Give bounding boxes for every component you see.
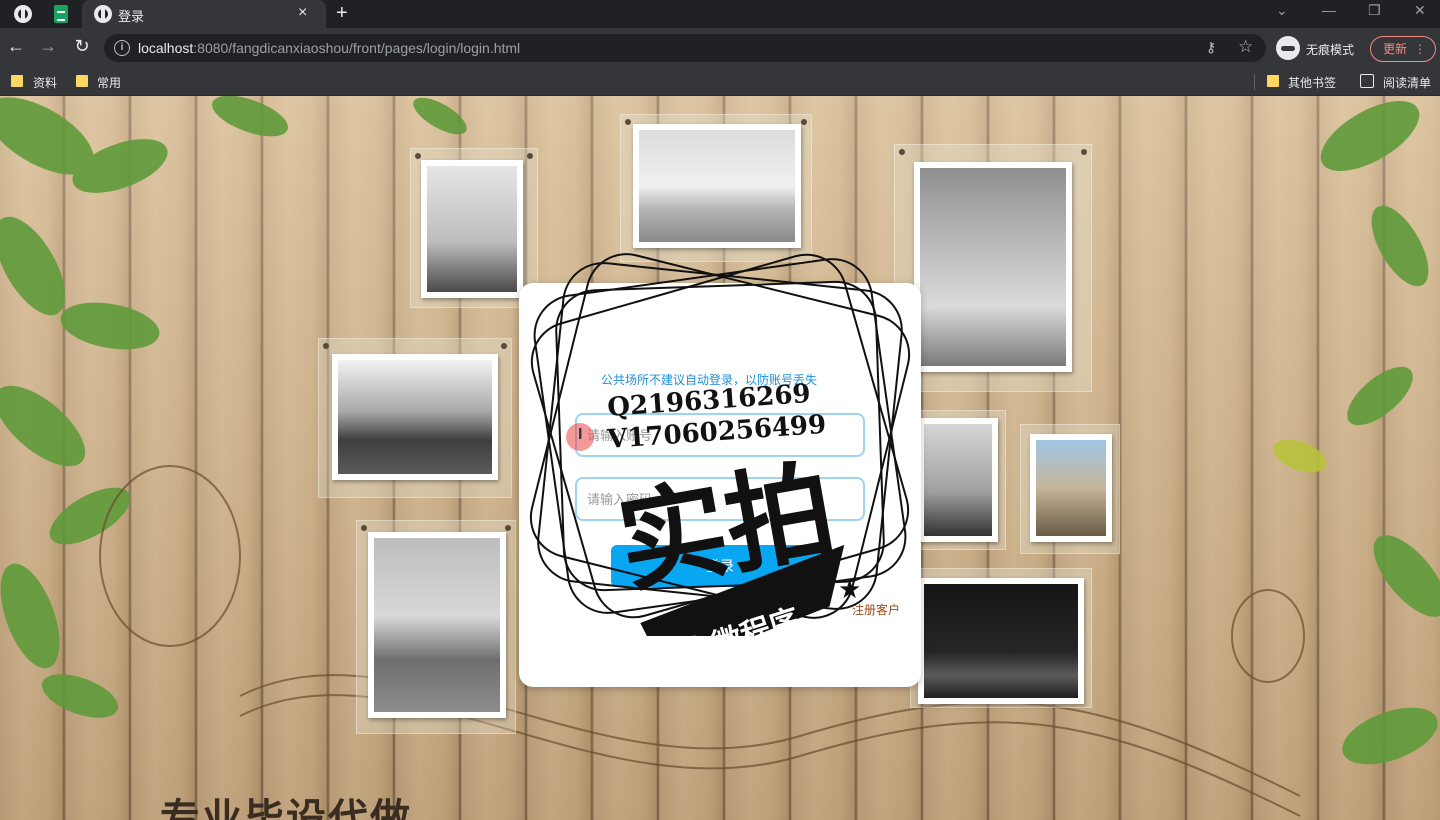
photo-tree xyxy=(918,418,998,542)
bookmark-ziliao[interactable]: 资料 xyxy=(33,74,57,91)
new-tab-button[interactable]: + xyxy=(336,2,348,25)
photo-sculpture xyxy=(421,160,523,298)
incognito-icon[interactable] xyxy=(1276,36,1300,60)
info-icon[interactable]: i xyxy=(114,40,130,56)
folder-icon xyxy=(76,75,88,87)
photo-mountains xyxy=(332,354,498,480)
sheets-icon[interactable] xyxy=(54,5,68,23)
photo-building xyxy=(1030,434,1112,542)
menu-dots-icon: ⋮ xyxy=(1414,42,1426,56)
tab-login[interactable]: 登录 × xyxy=(82,0,326,28)
reading-list[interactable]: 阅读清单 xyxy=(1383,74,1431,91)
username-field[interactable] xyxy=(575,413,865,457)
browser-toolbar: ← → ↻ i localhost:8080/fangdicanxiaoshou… xyxy=(0,28,1440,68)
tab-title: 登录 xyxy=(118,9,145,24)
reading-list-icon xyxy=(1360,74,1374,88)
forward-icon[interactable]: → xyxy=(36,36,60,57)
photo-lake xyxy=(633,124,801,248)
username-input[interactable] xyxy=(577,415,863,455)
back-icon[interactable]: ← xyxy=(4,36,28,57)
photo-night-city xyxy=(918,578,1084,704)
incognito-label: 无痕模式 xyxy=(1306,43,1355,57)
restore-icon[interactable]: ❐ xyxy=(1368,2,1381,19)
photo-tower xyxy=(914,162,1072,372)
key-icon[interactable]: ⚷ xyxy=(1206,39,1216,56)
text-cursor-icon: I xyxy=(578,426,583,443)
other-bookmarks[interactable]: 其他书签 xyxy=(1288,74,1336,91)
globe-icon[interactable] xyxy=(14,5,32,23)
tab-strip: 登录 × + ⌄ — ❐ ✕ xyxy=(0,0,1440,28)
login-button[interactable]: 登录 xyxy=(611,545,829,587)
page-viewport: 公共场所不建议自动登录，以防账号丢失 登录 注册客户 Q2196316269 V… xyxy=(0,96,1440,820)
site-favicon-icon xyxy=(94,5,112,23)
close-tab-icon[interactable]: × xyxy=(298,4,307,22)
close-window-icon[interactable]: ✕ xyxy=(1414,2,1426,19)
bookmark-star-icon[interactable]: ☆ xyxy=(1238,37,1253,57)
folder-icon xyxy=(11,75,23,87)
bookmark-divider xyxy=(1254,74,1255,90)
minimize-icon[interactable]: — xyxy=(1322,2,1336,18)
url-text: localhost:8080/fangdicanxiaoshou/front/p… xyxy=(138,40,521,56)
bookmark-changyong[interactable]: 常用 xyxy=(97,74,121,91)
background-slogan: 专业毕设代做 xyxy=(160,797,412,820)
photo-sign xyxy=(368,532,506,718)
update-button[interactable]: 更新 ⋮ xyxy=(1370,36,1436,62)
login-card: 公共场所不建议自动登录，以防账号丢失 登录 注册客户 xyxy=(519,283,921,687)
password-field[interactable] xyxy=(575,477,865,521)
bookmarks-bar: 资料 常用 其他书签 阅读清单 xyxy=(0,68,1440,96)
auto-login-hint: 公共场所不建议自动登录，以防账号丢失 xyxy=(601,373,818,387)
reload-icon[interactable]: ↻ xyxy=(70,36,94,57)
register-link[interactable]: 注册客户 xyxy=(852,601,900,618)
address-bar[interactable]: i localhost:8080/fangdicanxiaoshou/front… xyxy=(104,34,1266,62)
tab-search-icon[interactable]: ⌄ xyxy=(1276,2,1288,19)
password-input[interactable] xyxy=(577,479,863,519)
folder-icon xyxy=(1267,75,1279,87)
